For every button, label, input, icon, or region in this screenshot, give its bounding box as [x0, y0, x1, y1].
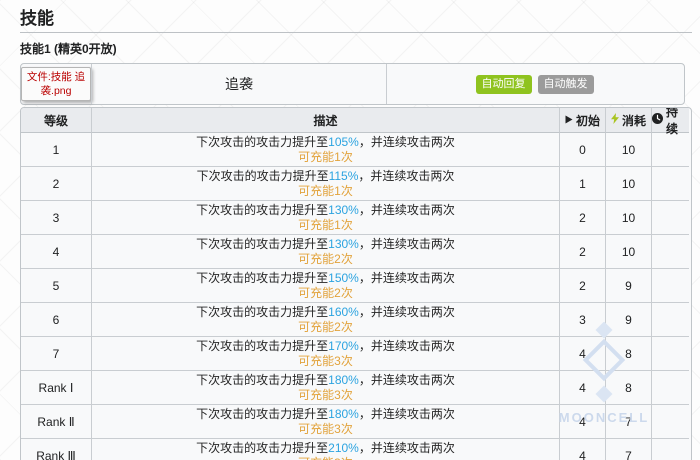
duration-cell: [651, 439, 689, 460]
charge-count: 可充能2次: [298, 286, 353, 301]
description-cell: 下次攻击的攻击力提升至170%，并连续攻击两次 可充能3次: [91, 337, 559, 371]
attack-percent: 130%: [328, 203, 359, 217]
level-cell: 1: [21, 133, 91, 167]
lightning-icon: [611, 113, 619, 127]
charge-count: 可充能1次: [298, 184, 353, 199]
initial-sp-cell: 2: [559, 201, 605, 235]
duration-cell: [651, 269, 689, 303]
duration-cell: [651, 201, 689, 235]
level-cell: Rank Ⅲ: [21, 439, 91, 460]
description-cell: 下次攻击的攻击力提升至105%，并连续攻击两次 可充能1次: [91, 133, 559, 167]
description-cell: 下次攻击的攻击力提升至180%，并连续攻击两次 可充能3次: [91, 405, 559, 439]
duration-cell: [651, 133, 689, 167]
sp-cost-cell: 10: [605, 133, 651, 167]
charge-count: 可充能3次: [298, 456, 353, 460]
initial-sp-cell: 2: [559, 235, 605, 269]
charge-count: 可充能1次: [298, 218, 353, 233]
sp-recovery-badge: 自动回复: [476, 75, 532, 94]
attack-percent: 160%: [328, 305, 359, 319]
sp-cost-cell: 7: [605, 405, 651, 439]
skill-icon-cell: 文件:技能 追袭.png: [21, 64, 91, 104]
charge-count: 可充能3次: [298, 422, 353, 437]
duration-cell: [651, 303, 689, 337]
initial-sp-cell: 1: [559, 167, 605, 201]
duration-cell: [651, 235, 689, 269]
play-icon: [565, 113, 573, 127]
description-cell: 下次攻击的攻击力提升至210%，并连续攻击两次 可充能3次: [91, 439, 559, 460]
skill-badges: 自动回复 自动触发: [476, 75, 594, 94]
description-cell: 下次攻击的攻击力提升至130%，并连续攻击两次 可充能2次: [91, 235, 559, 269]
level-cell: 7: [21, 337, 91, 371]
duration-cell: [651, 405, 689, 439]
page-title: 技能: [20, 9, 692, 33]
level-cell: Rank Ⅱ: [21, 405, 91, 439]
attack-percent: 105%: [328, 135, 359, 149]
description-cell: 下次攻击的攻击力提升至160%，并连续攻击两次 可充能2次: [91, 303, 559, 337]
sp-cost-cell: 9: [605, 269, 651, 303]
charge-count: 可充能2次: [298, 320, 353, 335]
sp-cost-cell: 10: [605, 201, 651, 235]
description-cell: 下次攻击的攻击力提升至115%，并连续攻击两次 可充能1次: [91, 167, 559, 201]
charge-count: 可充能1次: [298, 150, 353, 165]
charge-count: 可充能2次: [298, 252, 353, 267]
duration-cell: [651, 167, 689, 201]
sp-cost-cell: 10: [605, 167, 651, 201]
attack-percent: 210%: [328, 441, 359, 455]
page-content: 技能 技能1 (精英0开放) 文件:技能 追袭.png 追袭 自动回复 自动触发…: [20, 0, 692, 460]
level-cell: 6: [21, 303, 91, 337]
header-duration: 持续: [651, 108, 689, 133]
header-sp-cost: 消耗: [605, 108, 651, 133]
broken-file-link[interactable]: 文件:技能 追袭.png: [21, 67, 91, 101]
attack-percent: 115%: [329, 169, 359, 183]
duration-cell: [651, 371, 689, 405]
level-cell: 5: [21, 269, 91, 303]
attack-percent: 180%: [328, 407, 359, 421]
initial-sp-cell: 4: [559, 439, 605, 460]
attack-percent: 130%: [328, 237, 359, 251]
initial-sp-cell: 4: [559, 371, 605, 405]
initial-sp-cell: 3: [559, 303, 605, 337]
charge-count: 可充能3次: [298, 388, 353, 403]
skill-name-cell: 追袭: [91, 64, 386, 104]
initial-sp-cell: 2: [559, 269, 605, 303]
description-cell: 下次攻击的攻击力提升至150%，并连续攻击两次 可充能2次: [91, 269, 559, 303]
sp-cost-cell: 8: [605, 337, 651, 371]
skill-info-table: 文件:技能 追袭.png 追袭 自动回复 自动触发: [20, 63, 685, 105]
trigger-type-badge: 自动触发: [538, 75, 594, 94]
charge-count: 可充能3次: [298, 354, 353, 369]
initial-sp-cell: 0: [559, 133, 605, 167]
clock-icon: [652, 113, 663, 127]
header-initial-sp: 初始: [559, 108, 605, 133]
skill-name: 追袭: [225, 74, 253, 94]
header-level: 等级: [21, 108, 91, 133]
attack-percent: 150%: [328, 271, 359, 285]
description-cell: 下次攻击的攻击力提升至130%，并连续攻击两次 可充能1次: [91, 201, 559, 235]
skill-levels-table: 等级 描述 初始 消耗 持续 1 下次攻击的攻击力提升至105%，并连续攻击两次…: [20, 107, 692, 460]
initial-sp-cell: 4: [559, 405, 605, 439]
description-cell: 下次攻击的攻击力提升至180%，并连续攻击两次 可充能3次: [91, 371, 559, 405]
sp-cost-cell: 8: [605, 371, 651, 405]
level-cell: 4: [21, 235, 91, 269]
sp-cost-cell: 9: [605, 303, 651, 337]
level-cell: 2: [21, 167, 91, 201]
header-description: 描述: [91, 108, 559, 133]
skill-tags-cell: 自动回复 自动触发: [386, 64, 682, 104]
initial-sp-cell: 4: [559, 337, 605, 371]
level-cell: Rank Ⅰ: [21, 371, 91, 405]
sp-cost-cell: 7: [605, 439, 651, 460]
duration-cell: [651, 337, 689, 371]
attack-percent: 180%: [328, 373, 359, 387]
skill-slot-subheading: 技能1 (精英0开放): [20, 40, 692, 57]
attack-percent: 170%: [328, 339, 359, 353]
sp-cost-cell: 10: [605, 235, 651, 269]
level-cell: 3: [21, 201, 91, 235]
